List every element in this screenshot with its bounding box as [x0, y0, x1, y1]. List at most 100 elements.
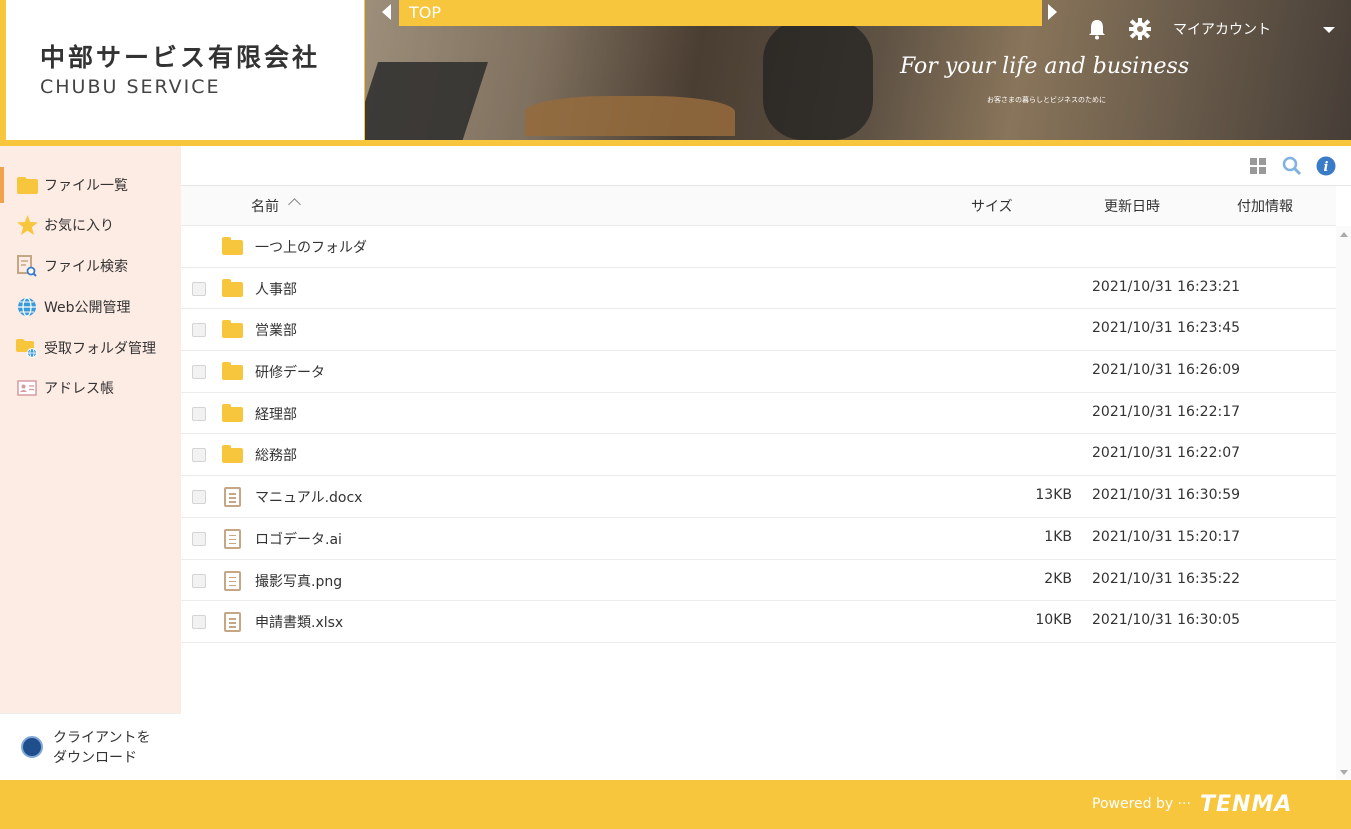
- scroll-up-icon[interactable]: [1340, 232, 1348, 237]
- document-icon: [222, 487, 244, 508]
- folder-icon: [222, 362, 244, 382]
- table-row[interactable]: ロゴデータ.ai 1KB 2021/10/31 15:20:17: [181, 518, 1336, 560]
- banner-tagline-sub: お客さまの暮らしとビジネスのために: [987, 96, 1106, 104]
- folder-icon: [16, 174, 38, 196]
- table-row[interactable]: 研修データ 2021/10/31 16:26:09: [181, 351, 1336, 393]
- document-icon: [222, 570, 244, 591]
- folder-icon: [222, 320, 244, 340]
- table-row[interactable]: 人事部 2021/10/31 16:23:21: [181, 268, 1336, 310]
- header: 中部サービス有限会社 CHUBU SERVICE For your life a…: [0, 0, 1351, 146]
- svg-text:i: i: [1324, 160, 1329, 175]
- sidebar-item-label: ファイル一覧: [44, 178, 128, 194]
- row-updated: 2021/10/31 16:35:22: [1092, 570, 1241, 587]
- breadcrumb-top[interactable]: TOP: [409, 3, 441, 22]
- sidebar-item-file-list[interactable]: ファイル一覧: [0, 167, 181, 203]
- row-checkbox[interactable]: [192, 281, 206, 296]
- banner-tagline: For your life and business: [900, 54, 1190, 79]
- row-size: 13KB: [1035, 487, 1072, 504]
- chevron-down-icon[interactable]: [1323, 27, 1335, 33]
- star-icon: [16, 214, 38, 236]
- row-size: 1KB: [1044, 528, 1072, 545]
- sidebar-item-label: アドレス帳: [44, 381, 114, 397]
- powered-by-text: Powered by ···: [1092, 796, 1191, 812]
- row-name[interactable]: 人事部: [255, 279, 297, 299]
- row-name[interactable]: マニュアル.docx: [255, 487, 362, 507]
- file-list-header: 名前 サイズ 更新日時 付加情報: [181, 186, 1336, 226]
- sidebar-item-favorites[interactable]: お気に入り: [0, 207, 181, 243]
- table-row[interactable]: 総務部 2021/10/31 16:22:07: [181, 434, 1336, 477]
- row-checkbox[interactable]: [192, 365, 206, 380]
- download-client-label: クライアントを ダウンロード: [53, 728, 173, 768]
- sidebar: ファイル一覧 お気に入り ファイル検索 Web公開管理 受取フォルダ管理 アドレ…: [0, 146, 181, 780]
- row-updated: 2021/10/31 16:23:21: [1092, 278, 1241, 295]
- company-name: 中部サービス有限会社: [40, 43, 321, 72]
- row-name[interactable]: 経理部: [255, 404, 297, 424]
- folder-icon: [222, 237, 244, 257]
- document-icon: [222, 528, 244, 549]
- folder-globe-icon: [16, 337, 38, 359]
- row-name[interactable]: 総務部: [255, 445, 297, 465]
- client-app-icon: [21, 736, 43, 758]
- address-card-icon: [16, 377, 38, 399]
- grid-view-icon[interactable]: [1247, 155, 1269, 177]
- file-list: 一つ上のフォルダ 人事部 2021/10/31 16:23:21 営業部 2021/10…: [181, 226, 1336, 643]
- table-row[interactable]: 営業部 2021/10/31 16:23:45: [181, 309, 1336, 352]
- footer: Powered by ··· TENMA: [0, 780, 1351, 829]
- sidebar-item-file-search[interactable]: ファイル検索: [0, 248, 181, 284]
- brand-block: 中部サービス有限会社 CHUBU SERVICE: [0, 0, 365, 146]
- row-size: 10KB: [1035, 612, 1072, 629]
- scrollbar[interactable]: [1336, 226, 1351, 780]
- globe-icon: [16, 296, 38, 318]
- row-updated: 2021/10/31 16:26:09: [1092, 362, 1241, 379]
- table-row[interactable]: 撮影写真.png 2KB 2021/10/31 16:35:22: [181, 560, 1336, 602]
- row-name[interactable]: 研修データ: [255, 362, 325, 382]
- my-account-menu[interactable]: マイアカウント: [1173, 19, 1271, 39]
- column-extra-header[interactable]: 付加情報: [1237, 196, 1293, 216]
- brand-panel[interactable]: 中部サービス有限会社 CHUBU SERVICE: [6, 0, 364, 140]
- parent-folder-row[interactable]: 一つ上のフォルダ: [181, 226, 1336, 268]
- gear-icon[interactable]: [1129, 18, 1151, 40]
- row-updated: 2021/10/31 16:23:45: [1092, 320, 1241, 337]
- row-updated: 2021/10/31 16:30:05: [1092, 612, 1241, 629]
- row-checkbox[interactable]: [192, 448, 206, 463]
- table-row[interactable]: マニュアル.docx 13KB 2021/10/31 16:30:59: [181, 476, 1336, 518]
- company-name-en: CHUBU SERVICE: [40, 76, 221, 98]
- column-name-header[interactable]: 名前: [251, 196, 279, 216]
- tenma-logo[interactable]: TENMA: [1200, 792, 1292, 817]
- sidebar-item-label: お気に入り: [44, 218, 114, 234]
- sidebar-item-label: ファイル検索: [44, 259, 128, 275]
- table-row[interactable]: 経理部 2021/10/31 16:22:17: [181, 393, 1336, 435]
- row-checkbox[interactable]: [192, 406, 206, 421]
- breadcrumb-forward-icon[interactable]: [1048, 4, 1057, 20]
- row-name[interactable]: ロゴデータ.ai: [255, 529, 342, 549]
- bell-icon[interactable]: [1086, 18, 1108, 40]
- row-name[interactable]: 申請書類.xlsx: [255, 612, 343, 632]
- download-client-button[interactable]: クライアントを ダウンロード: [0, 713, 181, 780]
- row-checkbox[interactable]: [192, 323, 206, 338]
- search-icon[interactable]: [1281, 155, 1303, 177]
- sidebar-item-label: Web公開管理: [44, 300, 131, 316]
- column-size-header[interactable]: サイズ: [971, 196, 1013, 216]
- row-checkbox[interactable]: [192, 615, 206, 630]
- download-client-line1: クライアントを: [53, 730, 151, 746]
- breadcrumb-back-icon[interactable]: [382, 4, 391, 20]
- breadcrumb: TOP: [399, 0, 1042, 26]
- row-name[interactable]: 営業部: [255, 320, 297, 340]
- sidebar-item-web-publish[interactable]: Web公開管理: [0, 289, 181, 325]
- row-name[interactable]: 一つ上のフォルダ: [255, 237, 367, 257]
- scroll-down-icon[interactable]: [1340, 770, 1348, 775]
- document-icon: [222, 612, 244, 633]
- table-row[interactable]: 申請書類.xlsx 10KB 2021/10/31 16:30:05: [181, 601, 1336, 643]
- sidebar-item-address-book[interactable]: アドレス帳: [0, 370, 181, 406]
- row-updated: 2021/10/31 15:20:17: [1092, 528, 1241, 545]
- row-checkbox[interactable]: [192, 573, 206, 588]
- column-updated-header[interactable]: 更新日時: [1104, 196, 1160, 216]
- row-checkbox[interactable]: [192, 490, 206, 505]
- row-name[interactable]: 撮影写真.png: [255, 571, 342, 591]
- sidebar-item-receive-folder[interactable]: 受取フォルダ管理: [0, 330, 181, 366]
- info-icon[interactable]: i: [1315, 155, 1337, 177]
- row-updated: 2021/10/31 16:30:59: [1092, 487, 1241, 504]
- folder-icon: [222, 445, 244, 465]
- row-checkbox[interactable]: [192, 531, 206, 546]
- download-client-line2: ダウンロード: [53, 750, 137, 766]
